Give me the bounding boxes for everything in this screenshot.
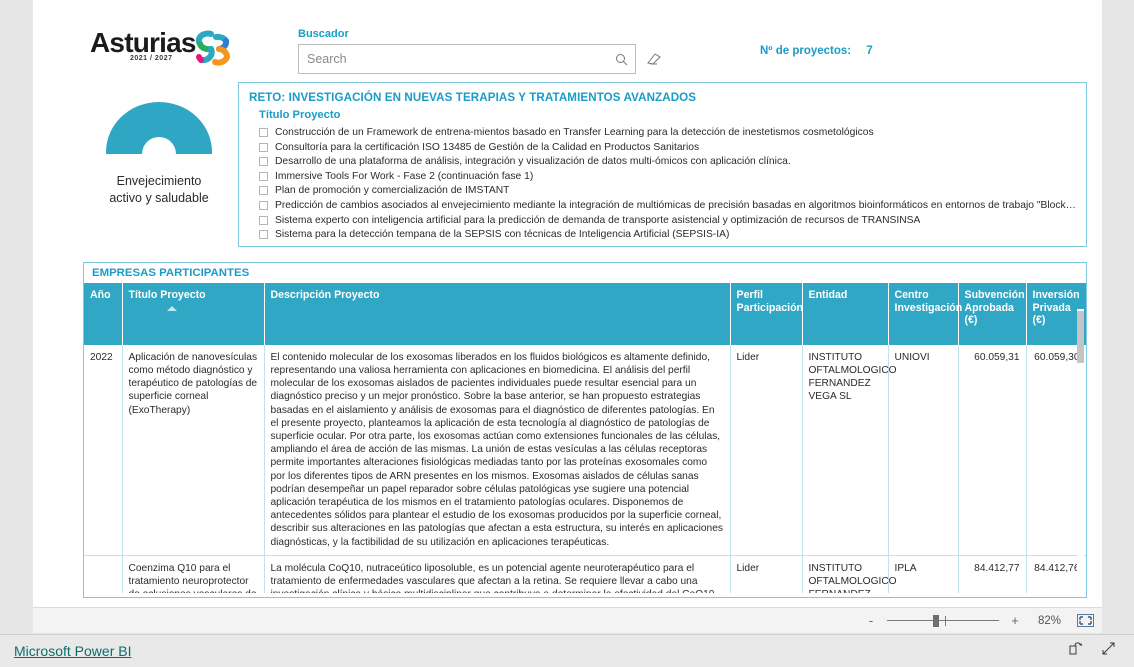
reto-list-item-label: Sistema experto con inteligencia artific… <box>275 214 921 226</box>
table-cell-subvencion: 60.059,31 <box>958 344 1027 556</box>
empresas-table-panel: EMPRESAS PARTICIPANTES Año Título Proyect… <box>83 262 1087 598</box>
table-cell-titulo: Aplicación de nanovesículas como método … <box>122 344 265 556</box>
table-row[interactable]: 2022 Aplicación de nanovesículas como mét… <box>84 344 1086 556</box>
checkbox-icon[interactable] <box>259 230 268 240</box>
table-header-label: Subvención Aprobada (€) <box>964 289 1025 327</box>
share-icon[interactable] <box>1068 641 1083 661</box>
page-footer: Microsoft Power BI <box>0 634 1134 667</box>
checkbox-icon[interactable] <box>259 142 268 152</box>
table-cell-entidad: INSTITUTO OFTALMOLOGICO FERNANDEZ VEGA S… <box>802 555 897 593</box>
empresas-table: Año Título Proyecto Descripción Proyecto Pe… <box>84 283 1086 593</box>
table-header-row: Año Título Proyecto Descripción Proyecto Pe… <box>84 283 1086 345</box>
reto-project-list: Construcción de un Framework de entrena-… <box>259 126 1078 243</box>
reto-list-item[interactable]: Plan de promoción y comercialización de … <box>259 184 1078 199</box>
table-header-cell[interactable]: Año <box>84 283 123 345</box>
table-header-cell[interactable]: Perfil Participación <box>730 283 804 345</box>
table-cell-entidad: INSTITUTO OFTALMOLOGICO FERNANDEZ VEGA S… <box>802 344 897 556</box>
table-header-label: Año <box>90 289 111 301</box>
zoom-in-button[interactable]: + <box>1009 613 1021 628</box>
table-header-label: Perfil Participación <box>736 289 804 314</box>
table-cell-descripcion: El contenido molecular de los exosomas l… <box>264 344 731 556</box>
search-box[interactable] <box>298 44 636 74</box>
arch-icon <box>106 102 212 159</box>
table-cell-perfil: Lider <box>730 344 803 556</box>
table-header-label: Inversión Privada (€) <box>1032 289 1080 327</box>
reto-title: RETO: INVESTIGACIÓN EN NUEVAS TERAPIAS Y… <box>249 91 697 104</box>
table-header-label: Centro Investigación <box>894 289 963 314</box>
zoom-slider-thumb[interactable] <box>933 614 939 627</box>
table-cell-perfil: Lider <box>730 555 803 593</box>
report-canvas: Asturias 2021 / 2027 Buscador Search Nº … <box>33 0 1102 607</box>
reto-subtitle: Título Proyecto <box>259 109 341 121</box>
search-input[interactable] <box>299 45 607 73</box>
asturias-logo: Asturias 2021 / 2027 <box>90 28 240 73</box>
project-counter-label: Nº de proyectos: <box>760 45 852 57</box>
empresas-table-title: EMPRESAS PARTICIPANTES <box>92 267 250 279</box>
search-icon[interactable] <box>607 53 635 66</box>
project-counter: Nº de proyectos: 7 <box>760 45 873 57</box>
zoom-slider-track <box>887 619 999 621</box>
table-cell-centro: UNIOVI <box>888 344 959 556</box>
table-scrollbar-thumb[interactable] <box>1077 311 1084 363</box>
sort-ascending-icon[interactable] <box>166 305 177 311</box>
challenge-tile-line2: activo y saludable <box>109 191 209 205</box>
checkbox-icon[interactable] <box>259 171 268 181</box>
reto-panel: RETO: INVESTIGACIÓN EN NUEVAS TERAPIAS Y… <box>238 82 1087 247</box>
reto-list-item-label: Construcción de un Framework de entrena-… <box>275 127 874 138</box>
reto-list-item[interactable]: Sistema experto con inteligencia artific… <box>259 214 1078 229</box>
table-cell-anio: 2022 <box>84 344 123 556</box>
table-header-cell[interactable]: Título Proyecto <box>122 283 265 345</box>
search-label: Buscador <box>298 28 349 40</box>
zoom-slider-tick <box>945 615 946 626</box>
checkbox-icon[interactable] <box>259 215 268 225</box>
zoom-out-button[interactable]: - <box>865 613 877 628</box>
reto-list-item[interactable]: Immersive Tools For Work - Fase 2 (conti… <box>259 170 1078 185</box>
power-bi-report: Asturias 2021 / 2027 Buscador Search Nº … <box>0 0 1134 667</box>
challenge-tile-line1: Envejecimiento <box>116 174 202 188</box>
zoom-slider[interactable] <box>887 614 999 627</box>
project-counter-value: 7 <box>866 45 873 57</box>
table-header-cell[interactable]: Descripción Proyecto <box>264 283 731 345</box>
table-header-label: Descripción Proyecto <box>270 289 380 301</box>
reto-list-item[interactable]: Construcción de un Framework de entrena-… <box>259 126 1078 141</box>
reto-list-item[interactable]: Desarrollo de una plataforma de análisis… <box>259 155 1078 170</box>
checkbox-icon[interactable] <box>259 186 268 196</box>
table-header-cell[interactable]: Subvención Aprobada (€) <box>958 283 1027 345</box>
report-bottom-bar: - + 82% <box>33 607 1102 633</box>
challenge-tile[interactable]: Envejecimiento activo y saludable <box>85 82 233 252</box>
reto-list-item[interactable]: Consultoría para la certificación ISO 13… <box>259 141 1078 156</box>
table-header-label: Entidad <box>808 289 848 301</box>
table-header-cell[interactable]: Centro Investigación <box>888 283 962 345</box>
table-cell-descripcion: La molécula CoQ10, nutraceútico liposolu… <box>264 555 731 593</box>
reto-list-item-label: Consultoría para la certificación ISO 13… <box>275 141 700 153</box>
table-header-label: Título Proyecto <box>128 289 206 301</box>
reto-list-item[interactable]: Sistema para la detección tempana de la … <box>259 228 1078 243</box>
reto-list-item-label: Plan de promoción y comercialización de … <box>275 185 510 197</box>
reto-list-item-label: Predicción de cambios asociados al envej… <box>275 199 1078 211</box>
table-cell-subvencion: 84.412,77 <box>958 555 1027 593</box>
reto-list-item[interactable]: Predicción de cambios asociados al envej… <box>259 199 1078 214</box>
checkbox-icon[interactable] <box>259 200 268 210</box>
fit-to-page-icon[interactable] <box>1077 614 1094 627</box>
table-cell-anio <box>84 555 123 593</box>
table-scroll-area: Año Título Proyecto Descripción Proyecto Pe… <box>84 283 1086 593</box>
fullscreen-icon[interactable] <box>1101 641 1116 661</box>
eraser-icon[interactable] <box>641 48 663 70</box>
power-bi-link[interactable]: Microsoft Power BI <box>14 643 131 659</box>
checkbox-icon[interactable] <box>259 128 268 137</box>
reto-list-item-label: Immersive Tools For Work - Fase 2 (conti… <box>275 170 534 182</box>
s3-logo-icon <box>190 28 238 73</box>
table-cell-titulo: Coenzima Q10 para el tratamiento neuropr… <box>122 555 265 593</box>
table-cell-centro: IPLA <box>888 555 959 593</box>
table-header-cell[interactable]: Entidad <box>802 283 889 345</box>
reto-list-item-label: Desarrollo de una plataforma de análisis… <box>275 156 791 168</box>
reto-list-item-label: Sistema para la detección tempana de la … <box>275 229 730 241</box>
table-row[interactable]: Coenzima Q10 para el tratamiento neuropr… <box>84 555 1086 593</box>
checkbox-icon[interactable] <box>259 157 268 167</box>
zoom-level-value: 82% <box>1037 614 1061 627</box>
challenge-tile-label: Envejecimiento activo y saludable <box>109 173 208 207</box>
